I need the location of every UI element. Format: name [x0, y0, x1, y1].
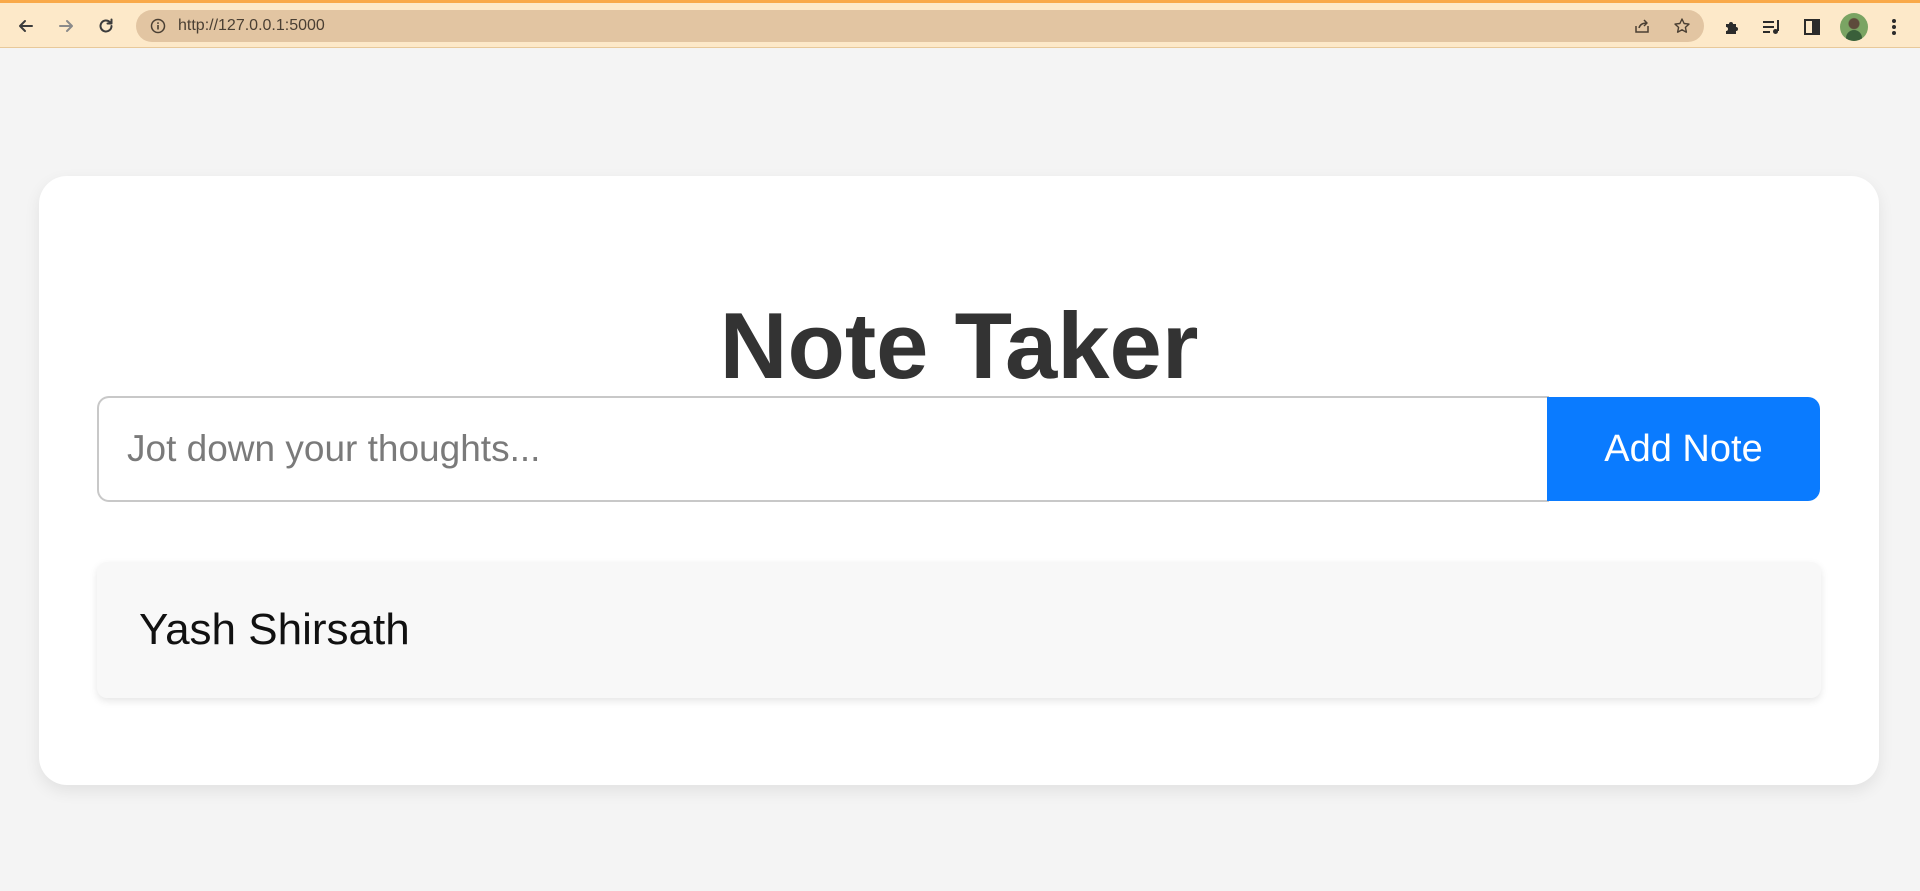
notes-list: Yash Shirsath — [97, 562, 1821, 698]
forward-arrow-icon[interactable] — [52, 12, 80, 40]
puzzle-icon[interactable] — [1720, 15, 1744, 39]
note-input[interactable] — [97, 396, 1549, 502]
back-arrow-icon[interactable] — [12, 12, 40, 40]
address-bar[interactable]: http://127.0.0.1:5000 — [136, 10, 1704, 42]
browser-toolbar: http://127.0.0.1:5000 — [0, 0, 1920, 48]
note-taker-card: Note Taker Add Note Yash Shirsath — [39, 176, 1879, 785]
avatar[interactable] — [1840, 13, 1868, 41]
add-note-button[interactable]: Add Note — [1547, 397, 1820, 501]
kebab-menu-icon[interactable] — [1882, 15, 1906, 39]
page-title: Note Taker — [719, 292, 1199, 398]
list-item[interactable]: Yash Shirsath — [97, 562, 1821, 698]
share-icon[interactable] — [1632, 16, 1652, 36]
reload-icon[interactable] — [92, 12, 120, 40]
side-panel-icon[interactable] — [1800, 15, 1824, 39]
info-icon[interactable] — [148, 16, 168, 36]
url-text[interactable]: http://127.0.0.1:5000 — [178, 17, 325, 35]
media-playlist-icon[interactable] — [1760, 15, 1784, 39]
star-icon[interactable] — [1672, 16, 1692, 36]
